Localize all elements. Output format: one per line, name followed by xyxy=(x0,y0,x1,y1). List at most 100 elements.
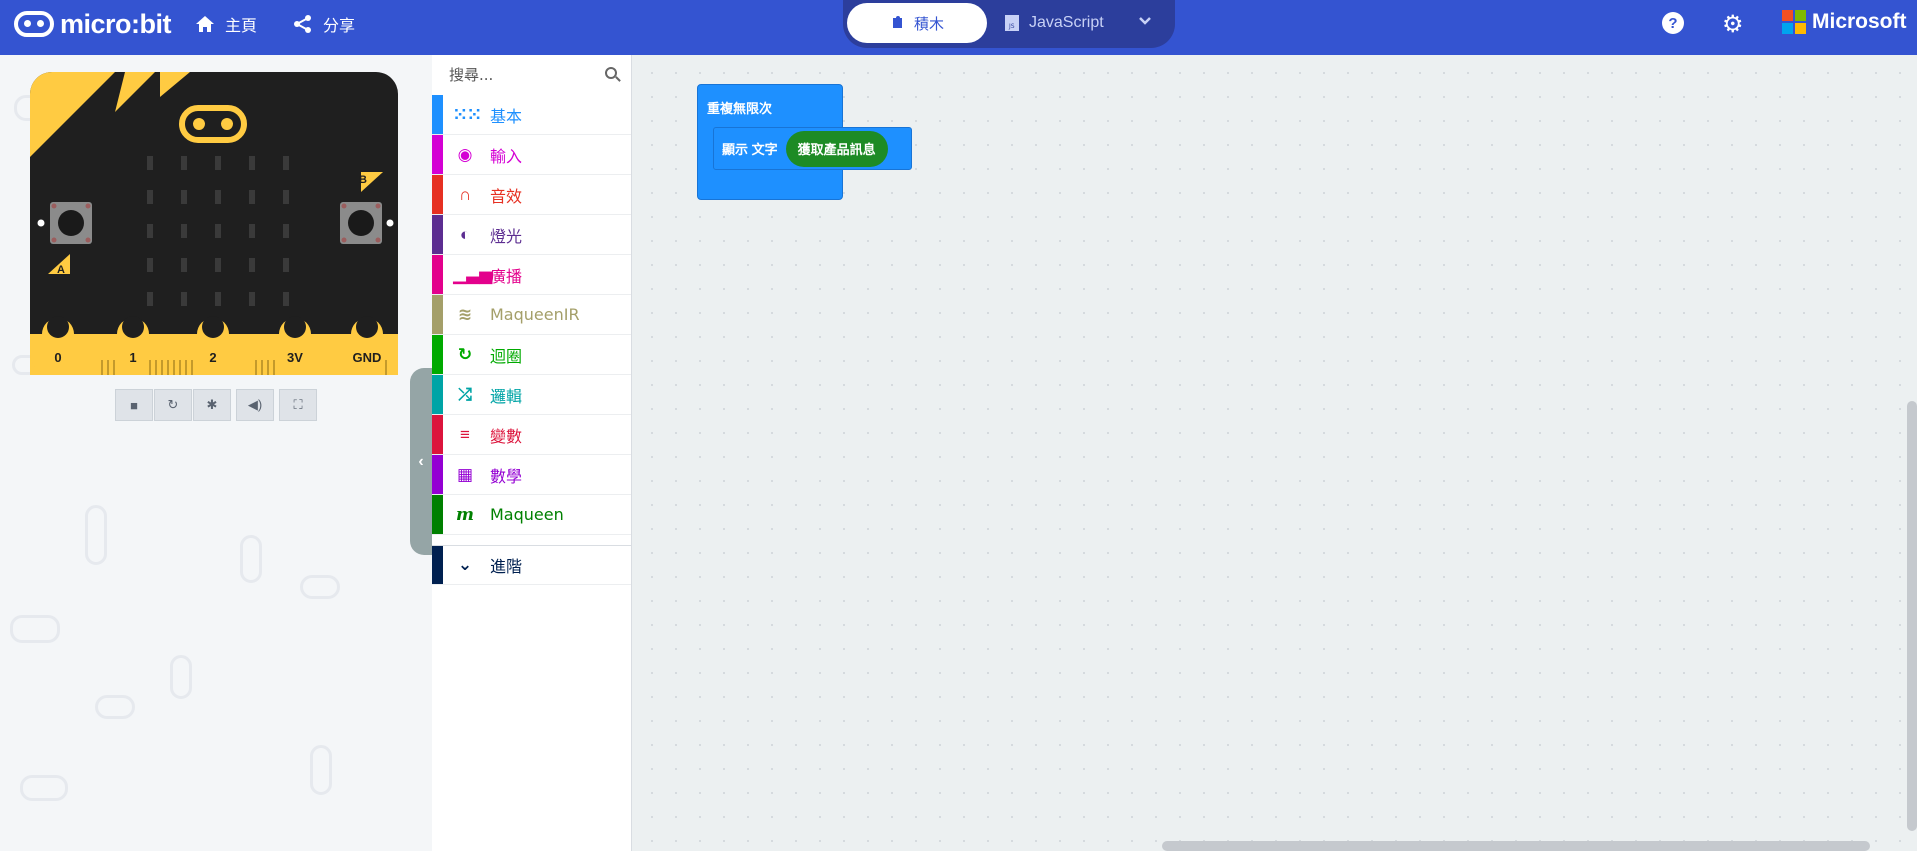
share-button[interactable]: 分享 xyxy=(293,12,355,36)
category-maqueenir[interactable]: ≋ MaqueenIR xyxy=(432,295,631,335)
svg-text:JS: JS xyxy=(1008,23,1015,30)
target-icon: ◉ xyxy=(457,144,473,164)
restart-icon: ↻ xyxy=(167,397,179,412)
collapse-simulator-button[interactable]: ‹ xyxy=(410,368,432,555)
pin-3v-label: 3V xyxy=(287,350,303,365)
pin-0-label: 0 xyxy=(54,350,61,365)
home-button[interactable]: 主頁 xyxy=(195,12,257,36)
shuffle-icon: ⤮ xyxy=(458,384,472,404)
simulator-controls: ■ ↻ ✱ ◀) ⛶ xyxy=(115,389,318,421)
category-label: 基本 xyxy=(490,106,523,126)
home-icon xyxy=(196,16,214,32)
category-label: 數學 xyxy=(490,466,523,486)
top-header: micro:bit 主頁 分享 積木 JS JavaScript ? ⚙ Mic… xyxy=(0,0,1917,55)
toolbox: ⁙⁙ 基本 ◉ 輸入 ∩ 音效 ◐ 燈光 ▁▃▅ 廣播 ≋ MaqueenIR xyxy=(432,55,632,851)
stop-button[interactable]: ■ xyxy=(115,389,153,421)
button-a-label: A xyxy=(57,264,65,276)
category-color-bar xyxy=(432,95,443,134)
refresh-icon: ↻ xyxy=(457,344,473,364)
forever-block-label: 重複無限次 xyxy=(707,101,773,116)
category-list: ⁙⁙ 基本 ◉ 輸入 ∩ 音效 ◐ 燈光 ▁▃▅ 廣播 ≋ MaqueenIR xyxy=(432,95,631,585)
chevron-down-icon xyxy=(1139,17,1151,25)
category-label: 迴圈 xyxy=(490,346,523,366)
button-b[interactable] xyxy=(340,202,382,244)
category-basic[interactable]: ⁙⁙ 基本 xyxy=(432,95,631,135)
category-color-bar xyxy=(432,135,443,174)
tab-blocks-label: 積木 xyxy=(913,15,944,33)
editor-tabs: 積木 JS JavaScript xyxy=(843,0,1175,48)
microbit-board[interactable]: A B 0 1 2 3V GND xyxy=(30,72,398,375)
category-label: Maqueen xyxy=(490,505,564,524)
simulator-panel: A B 0 1 2 3V GND ■ ↻ ✱ ◀) ⛶ ‹ xyxy=(0,55,432,851)
share-label: 分享 xyxy=(323,18,356,35)
mute-button[interactable]: ◀) xyxy=(236,389,274,421)
category-label: MaqueenIR xyxy=(490,305,580,324)
category-logic[interactable]: ⤮ 邏輯 xyxy=(432,375,631,415)
category-maqueen[interactable]: m Maqueen xyxy=(432,495,631,535)
category-math[interactable]: ▦ 數學 xyxy=(432,455,631,495)
headphones-icon: ∩ xyxy=(458,184,472,204)
category-label: 廣播 xyxy=(490,266,523,286)
category-label: 燈光 xyxy=(490,226,523,246)
show-string-block[interactable]: 顯示 文字 獲取產品訊息 xyxy=(713,127,912,170)
search-input[interactable] xyxy=(432,55,592,95)
help-button[interactable]: ? xyxy=(1662,12,1684,34)
get-product-info-block[interactable]: 獲取產品訊息 xyxy=(785,130,888,167)
chevron-left-icon: ‹ xyxy=(418,452,424,470)
bug-icon: ✱ xyxy=(206,397,218,412)
category-color-bar xyxy=(432,295,443,334)
search-icon xyxy=(605,67,617,79)
category-led[interactable]: ◐ 燈光 xyxy=(432,215,631,255)
settings-button[interactable]: ⚙ xyxy=(1722,10,1744,39)
category-label: 進階 xyxy=(490,557,523,576)
category-loops[interactable]: ↻ 迴圈 xyxy=(432,335,631,375)
signal-bars-icon: ▁▃▅ xyxy=(453,264,493,284)
toggle-icon: ◐ xyxy=(459,224,471,244)
category-color-bar xyxy=(432,255,443,294)
category-label: 音效 xyxy=(490,186,523,206)
chevron-down-icon: ⌄ xyxy=(457,555,473,574)
category-radio[interactable]: ▁▃▅ 廣播 xyxy=(432,255,631,295)
vertical-scrollbar[interactable] xyxy=(1907,401,1917,831)
home-label: 主頁 xyxy=(225,18,258,35)
category-color-bar xyxy=(432,495,443,534)
button-a[interactable] xyxy=(50,202,92,244)
restart-button[interactable]: ↻ xyxy=(154,389,192,421)
horizontal-scrollbar[interactable] xyxy=(1162,841,1870,851)
category-input[interactable]: ◉ 輸入 xyxy=(432,135,631,175)
tab-javascript[interactable]: JS JavaScript xyxy=(1005,3,1104,43)
category-music[interactable]: ∩ 音效 xyxy=(432,175,631,215)
microsoft-label: Microsoft xyxy=(1812,10,1907,33)
category-variables[interactable]: ≡ 變數 xyxy=(432,415,631,455)
js-file-icon: JS xyxy=(1005,15,1019,31)
button-b-label: B xyxy=(359,174,367,186)
volume-icon: ◀) xyxy=(247,397,263,412)
show-string-label: 顯示 文字 xyxy=(722,142,778,157)
category-color-bar xyxy=(432,415,443,454)
list-icon: ≡ xyxy=(460,424,470,444)
wifi-icon: ≋ xyxy=(457,304,473,324)
category-color-bar xyxy=(432,546,443,584)
category-advanced[interactable]: ⌄ 進階 xyxy=(432,545,631,585)
logo-text: micro:bit xyxy=(60,8,172,39)
calculator-icon: ▦ xyxy=(456,464,474,484)
category-color-bar xyxy=(432,335,443,374)
share-icon xyxy=(294,15,311,33)
toolbox-search xyxy=(432,55,631,95)
debug-button[interactable]: ✱ xyxy=(193,389,231,421)
pin-gnd-label: GND xyxy=(353,350,382,365)
category-color-bar xyxy=(432,215,443,254)
pin-1-label: 1 xyxy=(129,350,136,365)
microbit-logo[interactable]: micro:bit xyxy=(14,8,172,40)
grid-icon: ⁙⁙ xyxy=(453,104,482,124)
tab-blocks[interactable]: 積木 xyxy=(847,3,987,43)
fullscreen-button[interactable]: ⛶ xyxy=(279,389,317,421)
category-label: 邏輯 xyxy=(490,386,523,406)
blocks-workspace[interactable]: 重複無限次 顯示 文字 獲取產品訊息 xyxy=(632,55,1917,851)
category-color-bar xyxy=(432,375,443,414)
microbit-logo-icon xyxy=(14,11,54,37)
category-label: 變數 xyxy=(490,426,523,446)
maqueen-m-icon: m xyxy=(456,504,474,525)
microsoft-logo[interactable]: Microsoft xyxy=(1782,10,1907,34)
tab-more-dropdown[interactable] xyxy=(1138,14,1152,32)
